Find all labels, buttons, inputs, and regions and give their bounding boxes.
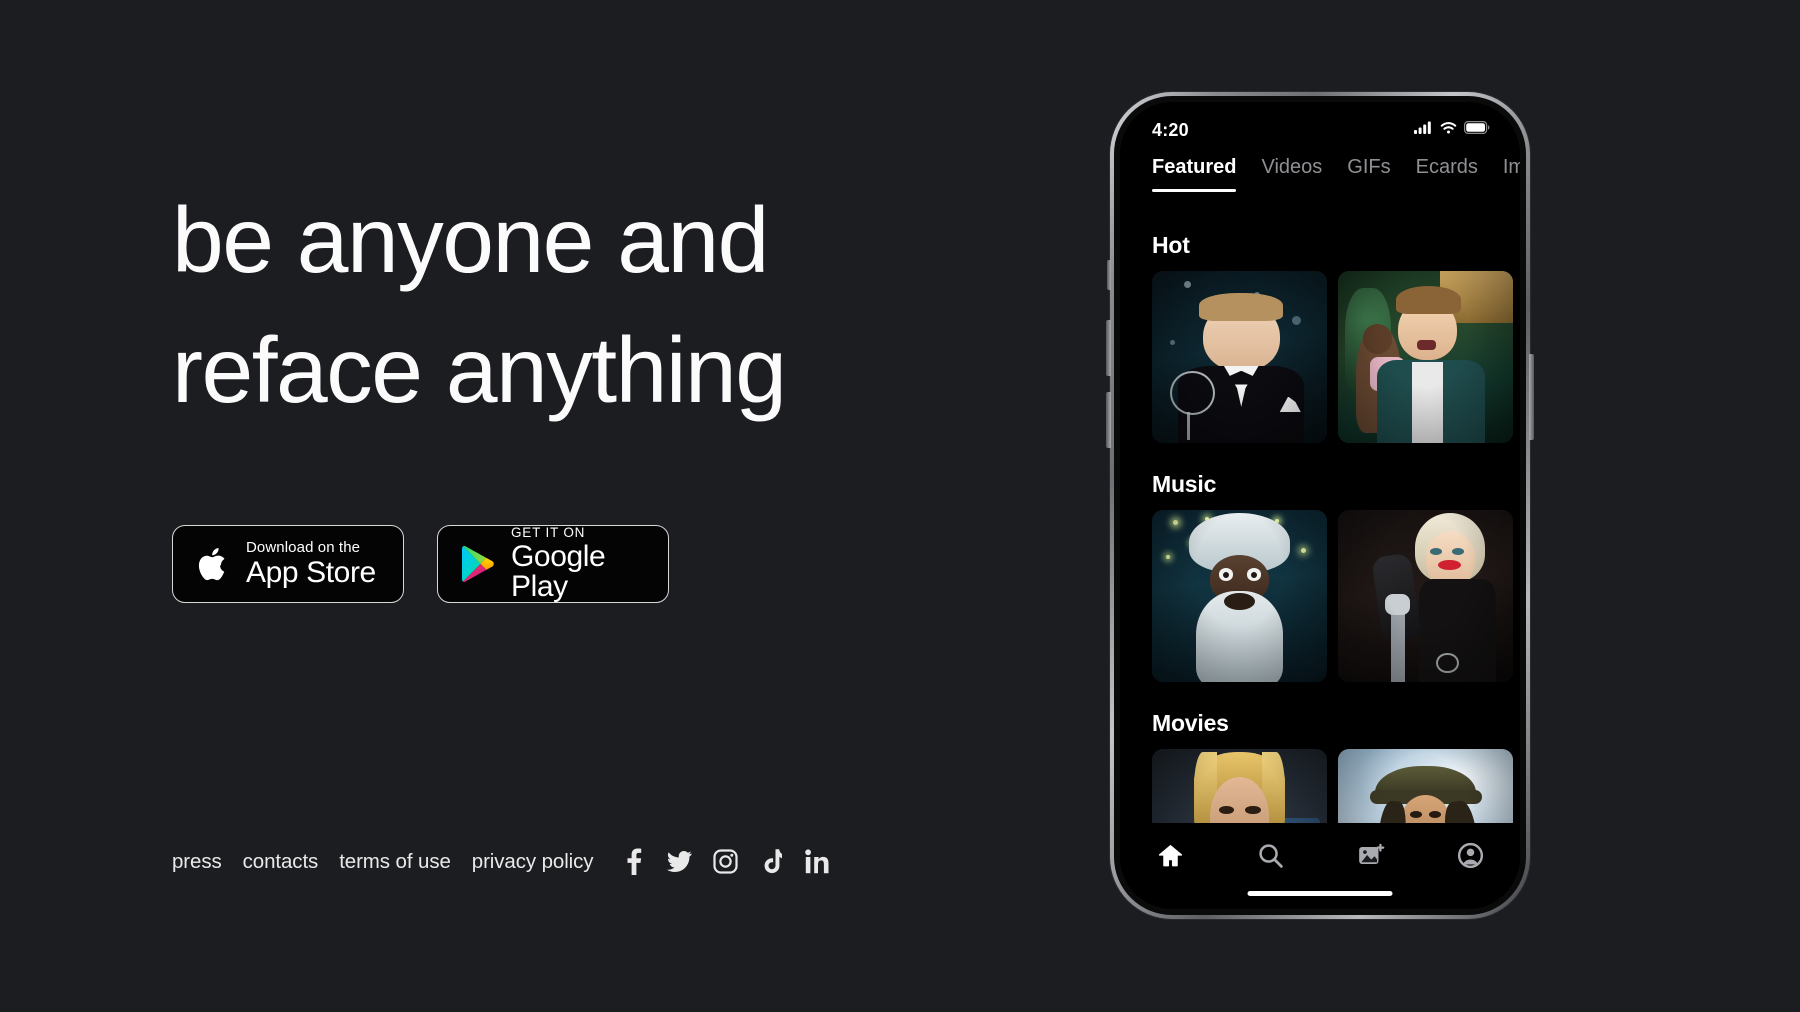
- store-badges-group: Download on the App Store GET IT ON Goog…: [172, 525, 669, 603]
- app-store-small-label: Download on the: [246, 539, 361, 556]
- footer-link-privacy-policy[interactable]: privacy policy: [472, 850, 594, 874]
- status-bar: 4:20: [1120, 102, 1520, 148]
- card-hot-1[interactable]: [1152, 271, 1327, 443]
- page-title: be anyone and reface anything: [172, 188, 787, 422]
- twitter-icon[interactable]: [667, 848, 692, 875]
- google-play-big-label: Google Play: [511, 540, 606, 604]
- tab-images-label: Images: [1502, 156, 1520, 178]
- tab-gifs[interactable]: GIFs: [1347, 156, 1390, 192]
- phone-mockup: 4:20 Featured Videos GIFs Ecards Im Hot …: [1106, 92, 1534, 919]
- apple-icon: [193, 540, 233, 588]
- home-indicator: [1247, 891, 1393, 896]
- section-music-row[interactable]: [1120, 510, 1520, 682]
- google-play-label-block: GET IT ON Google Play: [511, 526, 648, 603]
- nav-profile-icon[interactable]: [1444, 835, 1496, 875]
- footer-link-contacts[interactable]: contacts: [243, 850, 319, 874]
- phone-volume-down-button[interactable]: [1106, 392, 1111, 448]
- app-store-button[interactable]: Download on the App Store: [172, 525, 404, 603]
- tab-ecards-label: Ecards: [1415, 156, 1478, 178]
- section-movies-row[interactable]: [1120, 749, 1520, 823]
- instagram-icon[interactable]: [713, 848, 739, 875]
- page-root: be anyone and reface anything Download o…: [0, 0, 1800, 1012]
- social-links: [621, 848, 830, 875]
- nav-search-icon[interactable]: [1244, 835, 1296, 875]
- card-movies-1[interactable]: [1152, 749, 1327, 823]
- hero-left-column: be anyone and reface anything Download o…: [0, 0, 1060, 1012]
- status-bar-icons: [1414, 121, 1490, 139]
- battery-icon: [1464, 121, 1490, 139]
- tab-videos-label: Videos: [1261, 156, 1323, 178]
- tab-featured-label: Featured: [1152, 156, 1237, 178]
- section-hot-title: Hot: [1152, 232, 1190, 258]
- tab-gifs-label: GIFs: [1347, 156, 1391, 178]
- section-music-title: Music: [1152, 471, 1217, 497]
- phone-screen: 4:20 Featured Videos GIFs Ecards Im Hot …: [1120, 102, 1520, 909]
- phone-volume-up-button[interactable]: [1106, 320, 1111, 376]
- section-music: Music: [1120, 453, 1520, 682]
- section-movies-title: Movies: [1152, 710, 1229, 736]
- nav-home-icon[interactable]: [1144, 835, 1196, 875]
- tab-featured[interactable]: Featured: [1152, 156, 1237, 192]
- tab-ecards[interactable]: Ecards: [1416, 156, 1478, 192]
- section-movies: Movies: [1120, 692, 1520, 823]
- feed-content[interactable]: Hot Music Movies: [1120, 214, 1520, 823]
- card-music-2[interactable]: [1338, 510, 1513, 682]
- footer: press contacts terms of use privacy poli…: [172, 848, 830, 875]
- phone-silent-switch[interactable]: [1107, 260, 1111, 290]
- section-hot: Hot: [1120, 214, 1520, 443]
- tiktok-icon[interactable]: [759, 848, 784, 875]
- tab-active-underline: [1152, 189, 1237, 192]
- google-play-button[interactable]: GET IT ON Google Play: [437, 525, 669, 603]
- facebook-icon[interactable]: [621, 848, 646, 875]
- app-store-label-block: Download on the App Store: [246, 540, 376, 588]
- tab-images[interactable]: Images: [1503, 156, 1520, 192]
- category-tabs: Featured Videos GIFs Ecards Images: [1120, 156, 1520, 192]
- linkedin-icon[interactable]: [805, 848, 830, 875]
- card-movies-2[interactable]: [1338, 749, 1513, 823]
- section-hot-row[interactable]: [1120, 271, 1520, 443]
- bottom-navigation-bar: [1120, 823, 1520, 909]
- card-hot-2[interactable]: [1338, 271, 1513, 443]
- phone-power-button[interactable]: [1529, 354, 1534, 440]
- google-play-small-label: GET IT ON: [511, 524, 586, 540]
- nav-add-image-icon[interactable]: [1344, 835, 1396, 875]
- wifi-icon: [1440, 121, 1457, 139]
- status-bar-time: 4:20: [1152, 119, 1189, 140]
- footer-link-press[interactable]: press: [172, 850, 222, 874]
- app-store-big-label: App Store: [246, 556, 376, 589]
- tab-videos[interactable]: Videos: [1261, 156, 1322, 192]
- card-music-1[interactable]: [1152, 510, 1327, 682]
- cellular-signal-icon: [1414, 121, 1433, 139]
- footer-link-terms-of-use[interactable]: terms of use: [339, 850, 451, 874]
- google-play-icon: [458, 542, 498, 586]
